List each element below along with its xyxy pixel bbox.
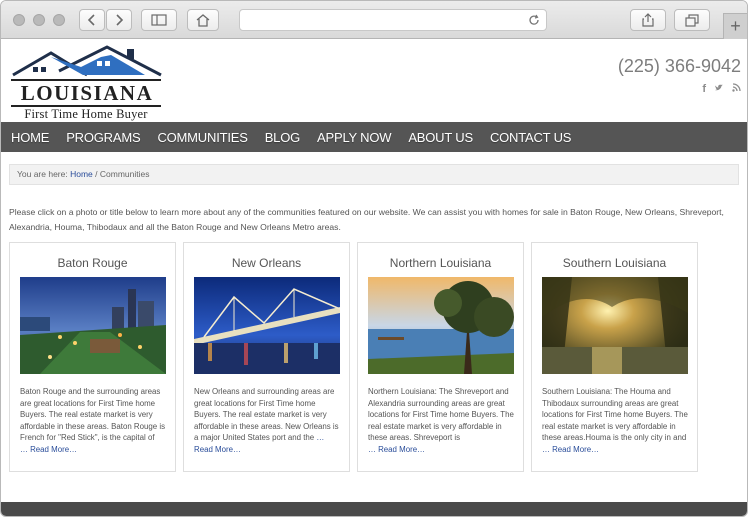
card-excerpt: Baton Rouge and the surrounding areas ar… bbox=[20, 386, 170, 456]
northern-louisiana-photo[interactable] bbox=[368, 277, 514, 374]
facebook-icon[interactable]: f bbox=[702, 83, 706, 95]
phone-number[interactable]: (225) 366-9042 bbox=[618, 56, 741, 77]
intro-paragraph: Please click on a photo or title below t… bbox=[9, 207, 724, 232]
twitter-icon[interactable] bbox=[714, 83, 724, 93]
site-header: LOUISIANA First Time Home Buyer (225) 36… bbox=[1, 40, 747, 122]
browser-window: + LOUISIANA First Time Home Buyer (225) … bbox=[0, 0, 748, 517]
nav-item-about-us[interactable]: ABOUT US bbox=[408, 130, 473, 145]
rss-icon[interactable] bbox=[732, 83, 741, 92]
logo-main-text: LOUISIANA bbox=[20, 81, 154, 105]
community-cards: Baton Rouge Baton Rouge and the surround… bbox=[9, 242, 698, 472]
close-window-button[interactable] bbox=[13, 14, 25, 26]
address-bar[interactable] bbox=[239, 9, 547, 31]
minimize-window-button[interactable] bbox=[33, 14, 45, 26]
baton-rouge-photo[interactable] bbox=[20, 277, 166, 374]
card-excerpt: Northern Louisiana: The Shreveport and A… bbox=[368, 386, 518, 456]
web-page: LOUISIANA First Time Home Buyer (225) 36… bbox=[1, 40, 747, 516]
tabs-overview-button[interactable] bbox=[674, 9, 710, 31]
sidebar-icon bbox=[151, 14, 167, 26]
card-excerpt: New Orleans and surrounding areas are gr… bbox=[194, 386, 344, 456]
footer-bar bbox=[1, 502, 747, 516]
community-card-southern-louisiana: Southern Louisiana Southern Louisiana: T… bbox=[531, 242, 698, 472]
share-icon bbox=[642, 13, 654, 27]
breadcrumb-prefix: You are here: bbox=[17, 169, 71, 179]
new-tab-button[interactable]: + bbox=[723, 13, 747, 39]
read-more-link[interactable]: … Read More… bbox=[368, 445, 425, 454]
card-excerpt: Southern Louisiana: The Houma and Thibod… bbox=[542, 386, 692, 456]
sidebar-toggle-button[interactable] bbox=[141, 9, 177, 31]
card-excerpt-text: Northern Louisiana: The Shreveport and A… bbox=[368, 387, 514, 443]
social-links: f bbox=[702, 83, 741, 95]
card-title-link[interactable]: Northern Louisiana bbox=[358, 256, 523, 270]
back-button[interactable] bbox=[79, 9, 105, 31]
browser-toolbar: + bbox=[1, 1, 747, 39]
home-button[interactable] bbox=[187, 9, 219, 31]
site-logo[interactable]: LOUISIANA First Time Home Buyer bbox=[9, 45, 165, 121]
houses-roof-icon bbox=[12, 45, 162, 77]
nav-item-home[interactable]: HOME bbox=[11, 130, 49, 145]
main-navigation: HOME PROGRAMS COMMUNITIES BLOG APPLY NOW… bbox=[1, 122, 747, 152]
community-card-northern-louisiana: Northern Louisiana Northern Louisiana: T… bbox=[357, 242, 524, 472]
nav-item-communities[interactable]: COMMUNITIES bbox=[157, 130, 247, 145]
southern-louisiana-photo[interactable] bbox=[542, 277, 688, 374]
forward-button[interactable] bbox=[106, 9, 132, 31]
zoom-window-button[interactable] bbox=[53, 14, 65, 26]
plus-icon: + bbox=[730, 16, 741, 36]
nav-item-programs[interactable]: PROGRAMS bbox=[66, 130, 140, 145]
breadcrumb-separator: / bbox=[92, 169, 100, 179]
breadcrumb: You are here: Home / Communities bbox=[9, 164, 739, 185]
card-title-link[interactable]: Baton Rouge bbox=[10, 256, 175, 270]
logo-sub-text: First Time Home Buyer bbox=[24, 107, 148, 121]
tabs-icon bbox=[685, 13, 699, 27]
chevron-right-icon bbox=[116, 14, 124, 26]
card-excerpt-text: Baton Rouge and the surrounding areas ar… bbox=[20, 387, 166, 443]
nav-item-blog[interactable]: BLOG bbox=[265, 130, 301, 145]
card-title-link[interactable]: New Orleans bbox=[184, 256, 349, 270]
community-card-baton-rouge: Baton Rouge Baton Rouge and the surround… bbox=[9, 242, 176, 472]
chevron-left-icon bbox=[87, 14, 95, 26]
community-card-new-orleans: New Orleans New Orleans and surrounding … bbox=[183, 242, 350, 472]
reload-icon[interactable] bbox=[528, 14, 540, 26]
house-icon bbox=[196, 13, 210, 27]
nav-item-contact-us[interactable]: CONTACT US bbox=[490, 130, 572, 145]
breadcrumb-home-link[interactable]: Home bbox=[70, 169, 93, 179]
read-more-link[interactable]: … Read More… bbox=[20, 445, 77, 454]
nav-item-apply-now[interactable]: APPLY NOW bbox=[317, 130, 391, 145]
card-title-link[interactable]: Southern Louisiana bbox=[532, 256, 697, 270]
card-excerpt-text: Southern Louisiana: The Houma and Thibod… bbox=[542, 387, 688, 443]
new-orleans-photo[interactable] bbox=[194, 277, 340, 374]
read-more-link[interactable]: … Read More… bbox=[542, 445, 599, 454]
share-button[interactable] bbox=[630, 9, 666, 31]
breadcrumb-current: Communities bbox=[99, 169, 150, 179]
